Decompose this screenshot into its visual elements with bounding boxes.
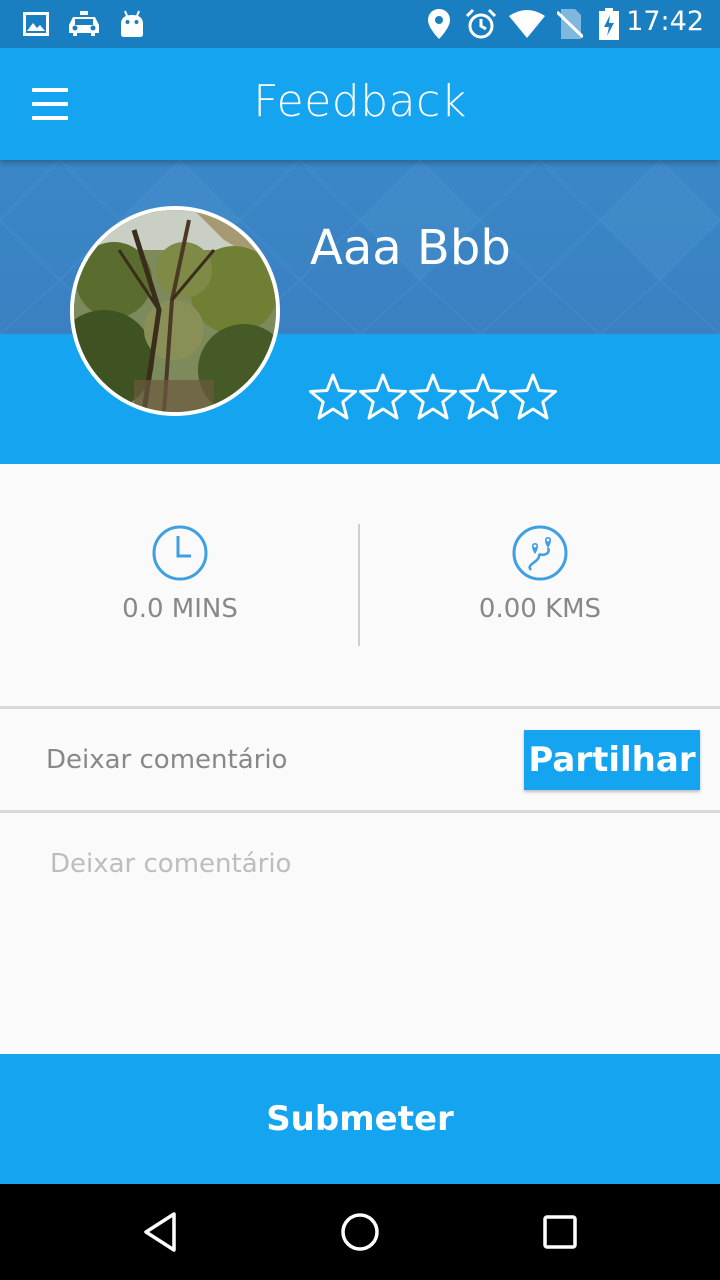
page-title: Feedback (253, 76, 467, 127)
star-icon[interactable] (308, 372, 358, 422)
app-bar: Feedback (0, 48, 720, 160)
duration-stat: 0.0 MINS (0, 464, 360, 706)
status-bar: 17:42 (0, 0, 720, 48)
back-icon[interactable] (136, 1208, 184, 1256)
route-icon (512, 525, 568, 581)
android-icon (118, 8, 146, 40)
share-row: Deixar comentário Partilhar (0, 709, 720, 810)
taxi-icon (66, 8, 102, 40)
profile-header: Aaa Bbb (0, 160, 720, 464)
avatar[interactable] (70, 206, 280, 416)
star-icon[interactable] (408, 372, 458, 422)
submit-button[interactable]: Submeter (0, 1054, 720, 1184)
distance-value: 0.00 KMS (478, 594, 602, 624)
distance-stat: 0.00 KMS (360, 464, 720, 706)
star-icon[interactable] (358, 372, 408, 422)
comment-area (0, 813, 720, 1054)
duration-value: 0.0 MINS (122, 594, 238, 624)
location-icon (426, 8, 452, 40)
recents-icon[interactable] (536, 1208, 584, 1256)
status-time: 17:42 (626, 6, 704, 37)
system-nav-bar (0, 1184, 720, 1280)
alarm-icon (464, 8, 498, 40)
wifi-icon (508, 8, 546, 40)
home-icon[interactable] (336, 1208, 384, 1256)
share-label: Deixar comentário (46, 745, 288, 775)
image-icon (22, 8, 50, 40)
user-name: Aaa Bbb (310, 220, 511, 276)
star-icon[interactable] (458, 372, 508, 422)
star-icon[interactable] (508, 372, 558, 422)
clock-icon (152, 525, 208, 581)
rating-stars[interactable] (308, 372, 558, 422)
no-sim-icon (556, 8, 584, 40)
trip-stats: 0.0 MINS 0.00 KMS (0, 464, 720, 706)
battery-charging-icon (596, 8, 622, 40)
share-button[interactable]: Partilhar (524, 730, 700, 790)
comment-input[interactable] (30, 833, 690, 1033)
